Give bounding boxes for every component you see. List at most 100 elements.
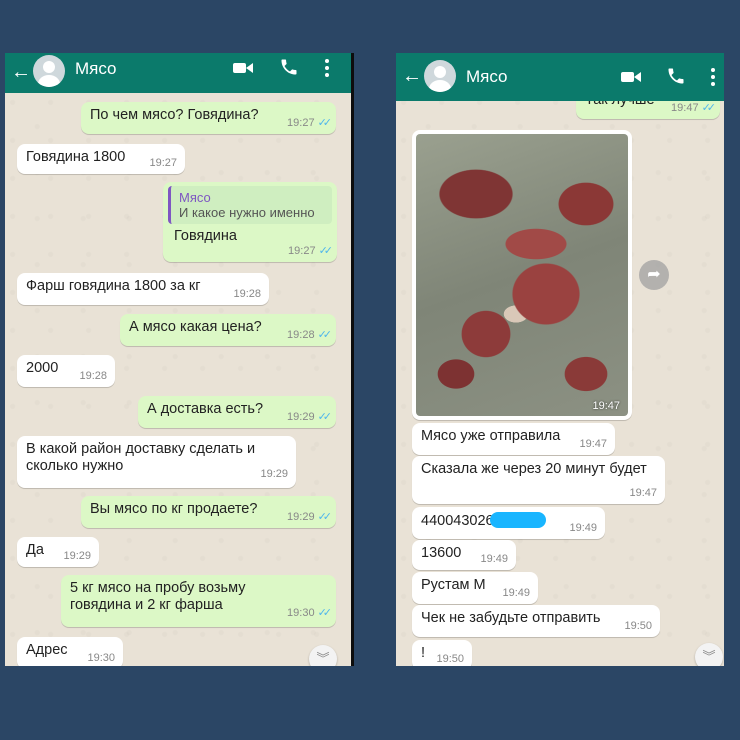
message-meta: 19:29 <box>260 466 288 483</box>
double-check-icon: ✓✓ <box>317 411 333 423</box>
message-incoming[interactable]: В какой район доставку сделать и сколько… <box>17 436 296 488</box>
phone-icon[interactable] <box>666 66 686 91</box>
message-text: Фарш говядина 1800 за кг <box>26 278 201 294</box>
quoted-author: Мясо <box>179 190 211 205</box>
message-time: 19:28 <box>233 288 261 300</box>
message-outgoing-reply[interactable]: Мясо И какое нужно именно Говядина 19:27… <box>163 182 337 262</box>
meat-photo[interactable] <box>416 134 628 416</box>
message-text: Чек не забудьте отправить <box>421 610 601 626</box>
message-text: 440043026 <box>421 513 494 529</box>
contact-name[interactable]: Мясо <box>466 67 508 87</box>
message-meta: 19:28 <box>79 370 107 382</box>
message-outgoing[interactable]: По чем мясо? Говядина? 19:27 ✓✓ <box>81 102 336 134</box>
message-text: Адрес <box>26 642 68 658</box>
message-incoming[interactable]: Адрес 19:30 <box>17 637 123 666</box>
message-meta: 19:28 <box>233 288 261 300</box>
message-incoming[interactable]: Мясо уже отправила 19:47 <box>412 423 615 455</box>
chat-header: ← Мясо <box>396 53 724 101</box>
message-outgoing[interactable]: А доставка есть? 19:29 ✓✓ <box>138 396 336 428</box>
message-incoming[interactable]: 440043026 19:49 <box>412 507 605 539</box>
message-text: 2000 <box>26 360 59 376</box>
video-camera-icon[interactable] <box>232 59 254 82</box>
message-incoming-image[interactable]: 19:47 <box>412 130 632 420</box>
double-check-icon: ✓✓ <box>317 511 333 523</box>
message-text-line: В какой район доставку сделать и <box>26 441 256 457</box>
back-arrow-icon[interactable]: ← <box>402 66 422 86</box>
message-time: 19:47 <box>671 102 699 114</box>
message-text: А мясо какая цена? <box>129 319 262 335</box>
message-incoming[interactable]: Говядина 1800 19:27 <box>17 144 185 174</box>
message-meta: 19:29 <box>63 550 91 562</box>
message-incoming[interactable]: 2000 19:28 <box>17 355 115 387</box>
message-time: 19:49 <box>502 587 530 599</box>
video-camera-icon[interactable] <box>620 68 642 91</box>
message-meta: 19:28 ✓✓ <box>287 328 333 341</box>
double-check-icon: ✓✓ <box>317 117 333 129</box>
message-time: 19:50 <box>436 653 464 665</box>
message-text: 13600 <box>421 545 462 561</box>
message-meta: 19:49 <box>502 587 530 599</box>
double-check-icon: ✓✓ <box>701 102 717 114</box>
message-incoming[interactable]: Фарш говядина 1800 за кг 19:28 <box>17 273 269 305</box>
message-incoming[interactable]: Рустам М 19:49 <box>412 572 538 604</box>
message-incoming[interactable]: 13600 19:49 <box>412 540 516 570</box>
message-text: По чем мясо? Говядина? <box>90 107 259 123</box>
message-time: 19:29 <box>287 411 315 423</box>
message-time: 19:27 <box>287 117 315 129</box>
phone-icon[interactable] <box>279 57 299 82</box>
chat-header: ← Мясо <box>5 53 351 93</box>
message-time: 19:49 <box>480 553 508 565</box>
right-chat-screen: Так лучше 19:47✓✓ ← Мясо 19:47 ➦ Мясо уж… <box>396 53 724 666</box>
message-meta: 19:49 <box>569 522 597 534</box>
message-meta: 19:50 <box>436 653 464 665</box>
redaction-mark <box>489 512 546 528</box>
quoted-message[interactable]: Мясо И какое нужно именно <box>168 186 332 224</box>
message-outgoing[interactable]: Вы мясо по кг продаете? 19:29 ✓✓ <box>81 496 336 528</box>
message-incoming[interactable]: ! 19:50 <box>412 640 472 666</box>
message-time: 19:29 <box>287 511 315 523</box>
message-text: Мясо уже отправила <box>421 428 561 444</box>
message-meta: 19:47 <box>579 438 607 450</box>
message-incoming[interactable]: Чек не забудьте отправить 19:50 <box>412 605 660 637</box>
message-time: 19:29 <box>63 550 91 562</box>
quoted-text: И какое нужно именно <box>179 205 315 220</box>
more-vertical-icon[interactable] <box>323 58 331 83</box>
double-check-icon: ✓✓ <box>317 329 333 341</box>
more-vertical-icon[interactable] <box>709 67 717 92</box>
left-chat-screen: ← Мясо По чем мясо? Говядина? 19:27 ✓✓ Го… <box>5 53 354 666</box>
message-time: 19:47 <box>579 438 607 450</box>
message-incoming[interactable]: Да 19:29 <box>17 537 99 567</box>
message-time: 19:30 <box>287 607 315 619</box>
message-meta: 19:47 ✓✓ <box>671 101 717 114</box>
message-meta: 19:29 ✓✓ <box>287 510 333 523</box>
message-text: Да <box>26 542 44 558</box>
message-time: 19:50 <box>624 620 652 632</box>
chevron-double-down-icon[interactable]: ︾ <box>695 643 723 666</box>
message-time: 19:27 <box>149 157 177 169</box>
message-time: 19:47 <box>629 487 657 499</box>
message-text-line: сколько нужно <box>26 458 124 474</box>
message-incoming[interactable]: Сказала же через 20 минут будет 19:47 <box>412 456 665 504</box>
message-text-line: 5 кг мясо на пробу возьму <box>70 580 246 596</box>
message-meta: 19:49 <box>480 553 508 565</box>
message-meta: 19:27 <box>149 157 177 169</box>
message-meta: 19:30 <box>87 652 115 664</box>
message-meta: 19:27 ✓✓ <box>287 116 333 129</box>
double-check-icon: ✓✓ <box>317 607 333 619</box>
message-outgoing[interactable]: 5 кг мясо на пробу возьму говядина и 2 к… <box>61 575 336 627</box>
avatar[interactable] <box>33 55 65 87</box>
message-text: ! <box>421 645 426 661</box>
message-meta: 19:30 ✓✓ <box>287 605 333 622</box>
forward-arrow-icon[interactable]: ➦ <box>639 260 669 290</box>
message-meta: 19:50 <box>624 620 652 632</box>
back-arrow-icon[interactable]: ← <box>11 62 31 82</box>
message-text: Сказала же через 20 минут будет <box>421 461 647 477</box>
contact-name[interactable]: Мясо <box>75 59 117 79</box>
message-text: Говядина <box>174 228 237 244</box>
message-text: Вы мясо по кг продаете? <box>90 501 258 517</box>
message-time: 19:27 <box>288 245 316 257</box>
message-text: Говядина 1800 <box>26 149 126 165</box>
chevron-double-down-icon[interactable]: ︾ <box>309 645 337 666</box>
avatar[interactable] <box>424 60 456 92</box>
message-outgoing[interactable]: А мясо какая цена? 19:28 ✓✓ <box>120 314 336 346</box>
